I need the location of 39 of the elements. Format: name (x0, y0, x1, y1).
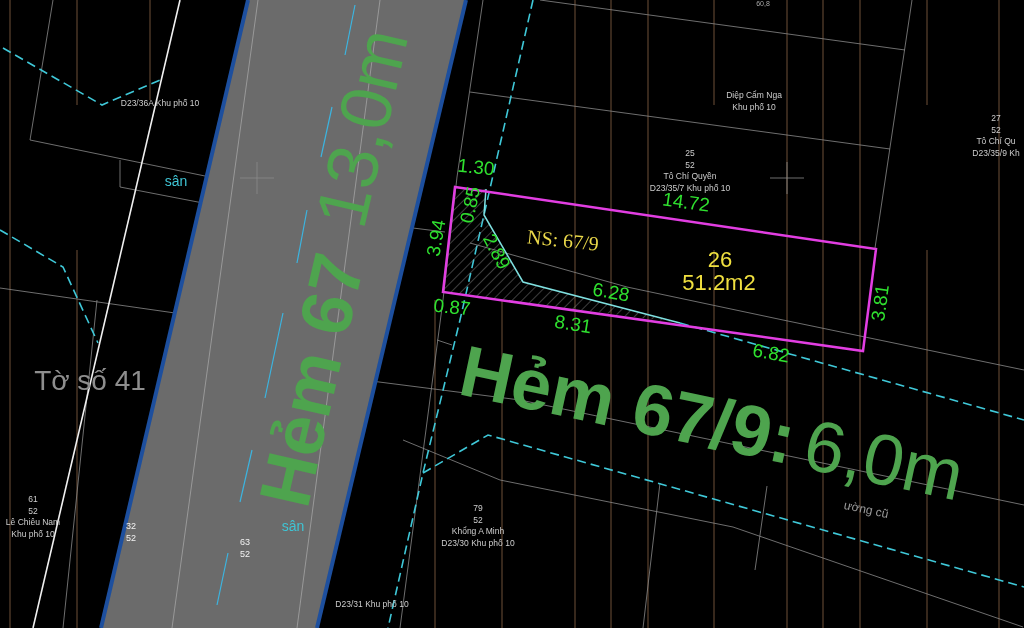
parcel-info-text: 79 (472, 503, 484, 515)
area-label: 51.2m2 (682, 270, 756, 296)
parcel-number-label: 26 (707, 247, 733, 273)
dimension-label: 6.82 (750, 340, 792, 368)
dimension-label: 3.94 (423, 217, 451, 259)
road-width-label: 13,0m (299, 21, 425, 235)
dimension-label: 1.30 (456, 155, 496, 181)
parcel-info-text: 52 (126, 532, 136, 544)
parcel-info-text: Tô Chí Qu (975, 136, 1017, 148)
dimension-label: 6.28 (590, 279, 632, 307)
parcel-info-text: 52 (990, 124, 1002, 136)
yard-label: sân (164, 174, 188, 190)
house-number-label: NS: 67/9 (526, 225, 600, 255)
parcel-info-text: Khổng A Minh (450, 526, 506, 538)
dimension-label: 8.31 (553, 311, 593, 339)
dimension-label: 0.85 (456, 184, 486, 226)
yard-label: sân (281, 519, 305, 535)
crosshair-icon (769, 161, 805, 195)
parcel-info-text: 25 (684, 148, 696, 160)
parcel-info-text: D23/30 Khu phố 10 (441, 537, 515, 549)
parcel-info-text: 52 (684, 159, 696, 171)
parcel-info-text: Khu phố 10 (10, 528, 56, 540)
parcel-info-text: Diệp Cẩm Nga (726, 89, 782, 101)
parcel-info-text: 32 (126, 520, 136, 532)
parcel-info-text: Tô Chí Quyền (662, 171, 718, 183)
parcel-info-text: 27 (990, 113, 1002, 125)
parcel-info-text: D23/35/9 Kh (972, 147, 1020, 159)
dimension-label: 2.89 (478, 230, 514, 274)
parcel-info-text: 61 (27, 494, 39, 506)
dimension-label: 0.87 (432, 295, 472, 321)
parcel-info-text: D23/36A Khu phố 10 (120, 98, 200, 110)
parcel-info-text: Khu phố 10 (731, 101, 777, 113)
road-name-label: Hẻm 67 (242, 245, 381, 515)
parcel-info-text: 52 (27, 505, 39, 517)
dimension-label: 3.81 (868, 283, 894, 323)
parcel-info-text: 52 (472, 514, 484, 526)
old-road-label: ường cũ (842, 498, 890, 522)
parcel-info-text: 63 (240, 536, 250, 548)
parcel-info-text: 52 (240, 548, 250, 560)
